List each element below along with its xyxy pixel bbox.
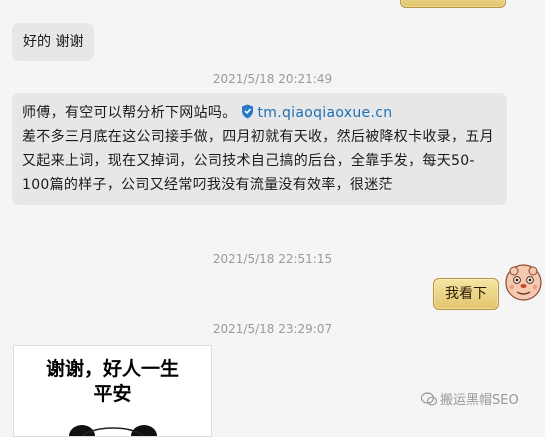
message-bubble-incoming-long: 师傅，有空可以帮分析下网站吗。 tm.qiaoqiaoxue.cn 差不多三月底在… <box>12 93 507 205</box>
message-text: 好的 谢谢 <box>23 34 84 50</box>
timestamp: 2021/5/18 22:51:15 <box>212 252 333 266</box>
sticker-image: 谢谢，好人一生 平安 <box>13 345 212 437</box>
message-text-body: 差不多三月底在这公司接手做，四月初就有天收，然后被降权卡收录，五月又起来上词，现… <box>22 129 494 193</box>
shield-icon <box>241 104 253 119</box>
message-text-prefix: 师傅，有空可以帮分析下网站吗。 <box>22 105 237 121</box>
timestamp: 2021/5/18 23:29:07 <box>212 322 333 336</box>
user-avatar-icon[interactable] <box>505 264 542 301</box>
wechat-icon <box>421 392 437 406</box>
watermark-text: 搬运黑帽SEO <box>440 393 519 408</box>
watermark: 搬运黑帽SEO <box>421 389 519 408</box>
website-link[interactable]: tm.qiaoqiaoxue.cn <box>258 105 393 121</box>
sticker-character-icon <box>69 425 157 436</box>
message-text: 我看下 <box>445 286 487 302</box>
sticker-line: 平安 <box>93 383 132 405</box>
sticker-caption: 谢谢，好人一生 平安 <box>14 357 211 407</box>
timestamp: 2021/5/18 20:21:49 <box>212 72 333 86</box>
sticker-line: 谢谢，好人一生 <box>45 358 179 380</box>
message-bubble-outgoing: 我看下 <box>433 278 499 310</box>
top-gold-bubble <box>400 0 506 8</box>
message-bubble-incoming: 好的 谢谢 <box>12 23 95 61</box>
